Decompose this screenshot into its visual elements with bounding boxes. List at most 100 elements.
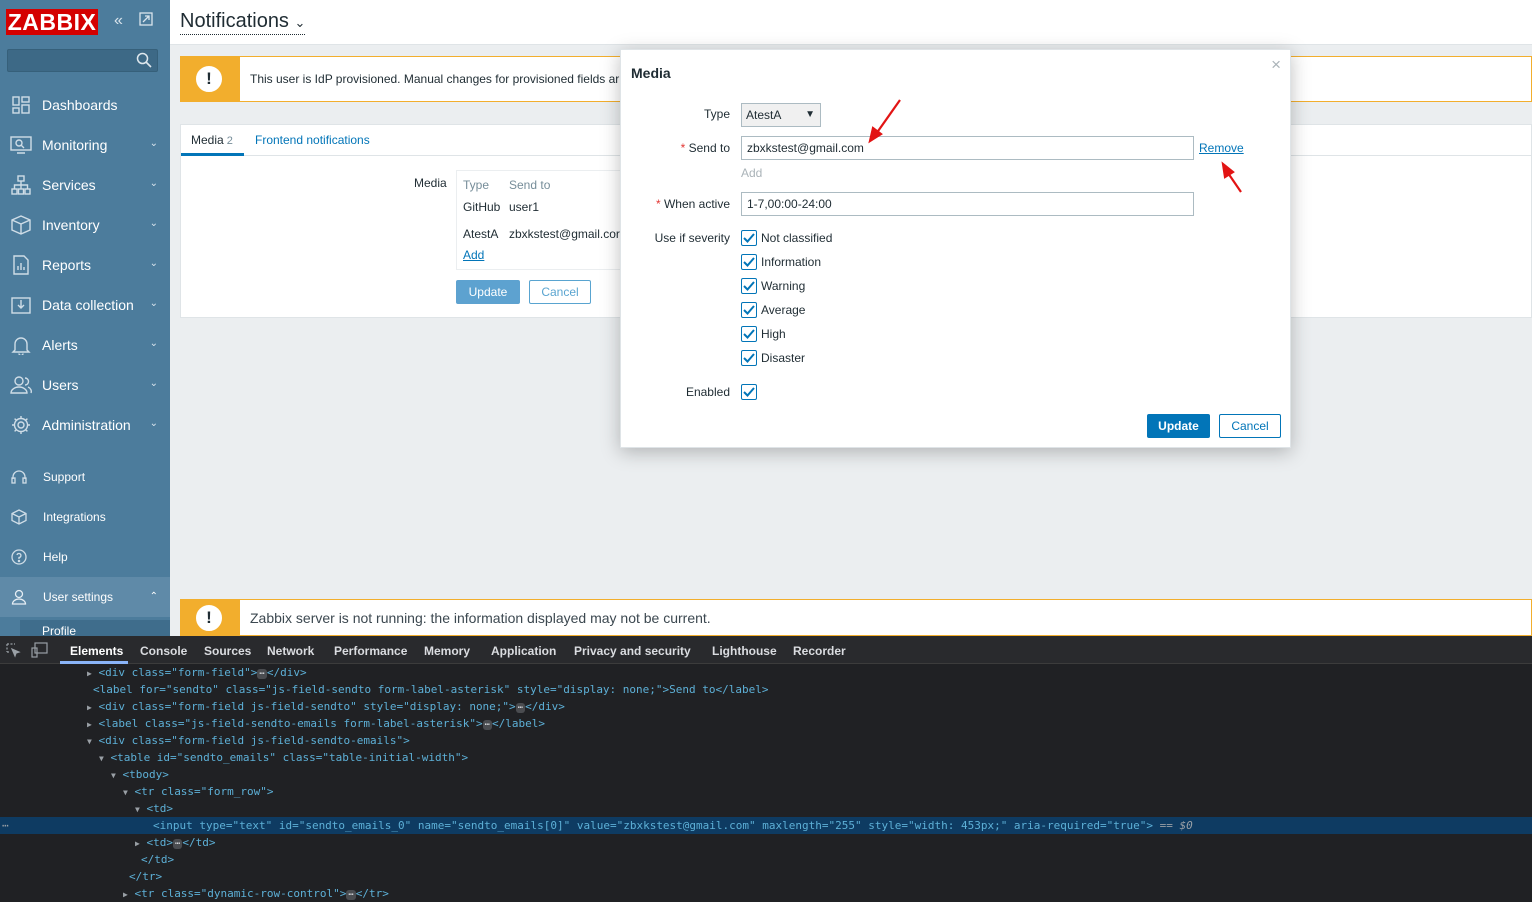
checkbox[interactable] [741,326,757,342]
devtools-tab-memory[interactable]: Memory [424,644,470,658]
help-icon [10,548,28,566]
inventory-icon [10,214,32,236]
devtools-tab-recorder[interactable]: Recorder [793,644,846,658]
nav-inventory[interactable]: Inventory ⌄ [0,205,170,245]
severity-not-classified[interactable]: Not classified [741,230,832,246]
checkbox[interactable] [741,254,757,270]
main-nav: Dashboards Monitoring ⌄ Services ⌄ Inven… [0,85,170,445]
severity-average[interactable]: Average [741,302,805,318]
active-tab-indicator [181,153,244,156]
dom-node[interactable]: ▶ <label class="js-field-sendto-emails f… [0,715,1532,732]
kiosk-mode-icon[interactable] [139,12,153,31]
dom-node[interactable]: ▼ <div class="form-field js-field-sendto… [0,732,1532,749]
page-title[interactable]: Notifications ⌄ [180,10,306,35]
zabbix-logo[interactable]: ZABBIX [6,9,98,35]
devtools-tab-performance[interactable]: Performance [334,644,407,658]
devtools-tab-lighthouse[interactable]: Lighthouse [712,644,777,658]
devtools-tab-privacy[interactable]: Privacy and security [574,644,691,658]
close-icon[interactable]: × [1271,55,1281,75]
enabled-toggle[interactable] [741,384,761,400]
search-input[interactable] [7,49,158,72]
users-icon [10,374,32,396]
send-to-input[interactable]: zbxkstest@gmail.com [741,136,1194,160]
dom-node[interactable]: ▶ <div class="form-field js-field-sendto… [0,698,1532,715]
devtools-tab-console[interactable]: Console [140,644,187,658]
nav-help[interactable]: Help [0,537,170,577]
bell-icon [10,334,32,356]
devtools-tab-application[interactable]: Application [491,644,556,658]
nav-data-collection[interactable]: Data collection ⌄ [0,285,170,325]
inspect-element-icon[interactable] [5,642,21,661]
chevron-down-icon: ⌄ [149,258,158,269]
checkbox[interactable] [741,384,757,400]
collapse-sidebar-icon[interactable]: « [114,12,123,30]
when-active-input[interactable]: 1-7,00:00-24:00 [741,192,1194,216]
nav-monitoring[interactable]: Monitoring ⌄ [0,125,170,165]
nav-administration[interactable]: Administration ⌄ [0,405,170,445]
severity-information[interactable]: Information [741,254,821,270]
dom-node[interactable]: </td> [0,851,1532,868]
dom-node[interactable]: <label for="sendto" class="js-field-send… [0,681,1532,698]
secondary-nav: Support Integrations Help User settings … [0,457,170,617]
nav-dashboards[interactable]: Dashboards [0,85,170,125]
user-icon [10,588,28,606]
tab-media[interactable]: Media 2 [191,133,233,147]
dom-node[interactable]: ▶ <div class="form-field"> ⋯ </div> [0,664,1532,681]
nav-services[interactable]: Services ⌄ [0,165,170,205]
devtools-tab-network[interactable]: Network [267,644,314,658]
devtools-tab-elements[interactable]: Elements [70,644,123,658]
checkbox[interactable] [741,302,757,318]
chevron-down-icon: ⌄ [149,378,158,389]
nav-support[interactable]: Support [0,457,170,497]
checkbox[interactable] [741,350,757,366]
severity-high[interactable]: High [741,326,786,342]
remove-link[interactable]: Remove [1199,141,1244,155]
cancel-button[interactable]: Cancel [529,280,591,304]
checkbox[interactable] [741,278,757,294]
severity-disaster[interactable]: Disaster [741,350,805,366]
sidebar: ZABBIX « Dashboards Monitoring ⌄ Service… [0,0,170,636]
column-header-send-to: Send to [509,178,551,192]
dom-node[interactable]: ▼ <td> [0,800,1532,817]
search-icon[interactable] [136,52,152,71]
nav-alerts[interactable]: Alerts ⌄ [0,325,170,365]
severity-warning[interactable]: Warning [741,278,805,294]
warning-icon: ! [194,602,224,633]
nav-label: Administration [42,417,131,433]
dialog-update-button[interactable]: Update [1147,414,1210,438]
dom-node[interactable]: ▶ <tr class="dynamic-row-control"> ⋯ </tr> [0,885,1532,902]
dom-node[interactable]: ▶ <td> ⋯ </td> [0,834,1532,851]
dom-node[interactable]: ▼ <tbody> [0,766,1532,783]
nav-label: Integrations [43,510,106,524]
checkbox[interactable] [741,230,757,246]
dom-node[interactable]: ▼ <table id="sendto_emails" class="table… [0,749,1532,766]
add-media-link[interactable]: Add [463,248,484,262]
nav-user-settings[interactable]: User settings ⌃ [0,577,170,617]
tab-frontend-notifications[interactable]: Frontend notifications [255,133,370,147]
nav-label: Monitoring [42,137,108,153]
chevron-down-icon: ⌄ [149,338,158,349]
devtools-tab-sources[interactable]: Sources [204,644,251,658]
table-cell-send-to: zbxkstest@gmail.cor [509,227,620,241]
dom-node[interactable]: ▼ <tr class="form_row"> [0,783,1532,800]
nav-reports[interactable]: Reports ⌄ [0,245,170,285]
message-text: Zabbix server is not running: the inform… [250,609,711,626]
gear-icon [10,414,32,436]
server-warning-message: ! Zabbix server is not running: the info… [180,599,1532,636]
nav-integrations[interactable]: Integrations [0,497,170,537]
chevron-down-icon: ⌄ [149,418,158,429]
add-link[interactable]: Add [741,166,762,180]
table-cell-type: GitHub [463,200,501,214]
dom-node-selected[interactable]: ⋯ <input type="text" id="sendto_emails_0"… [0,817,1532,834]
chevron-down-icon: ⌄ [294,15,306,30]
update-button[interactable]: Update [456,280,520,304]
nav-users[interactable]: Users ⌄ [0,365,170,405]
dom-node[interactable]: </tr> [0,868,1532,885]
device-toolbar-icon[interactable] [31,642,49,661]
nav-label: User settings [43,590,114,604]
chevron-down-icon: ⌄ [149,298,158,309]
nav-profile[interactable]: Profile [20,620,170,636]
nav-label: Services [42,177,96,193]
type-select[interactable]: AtestA ▼ [741,103,821,127]
dialog-cancel-button[interactable]: Cancel [1219,414,1281,438]
